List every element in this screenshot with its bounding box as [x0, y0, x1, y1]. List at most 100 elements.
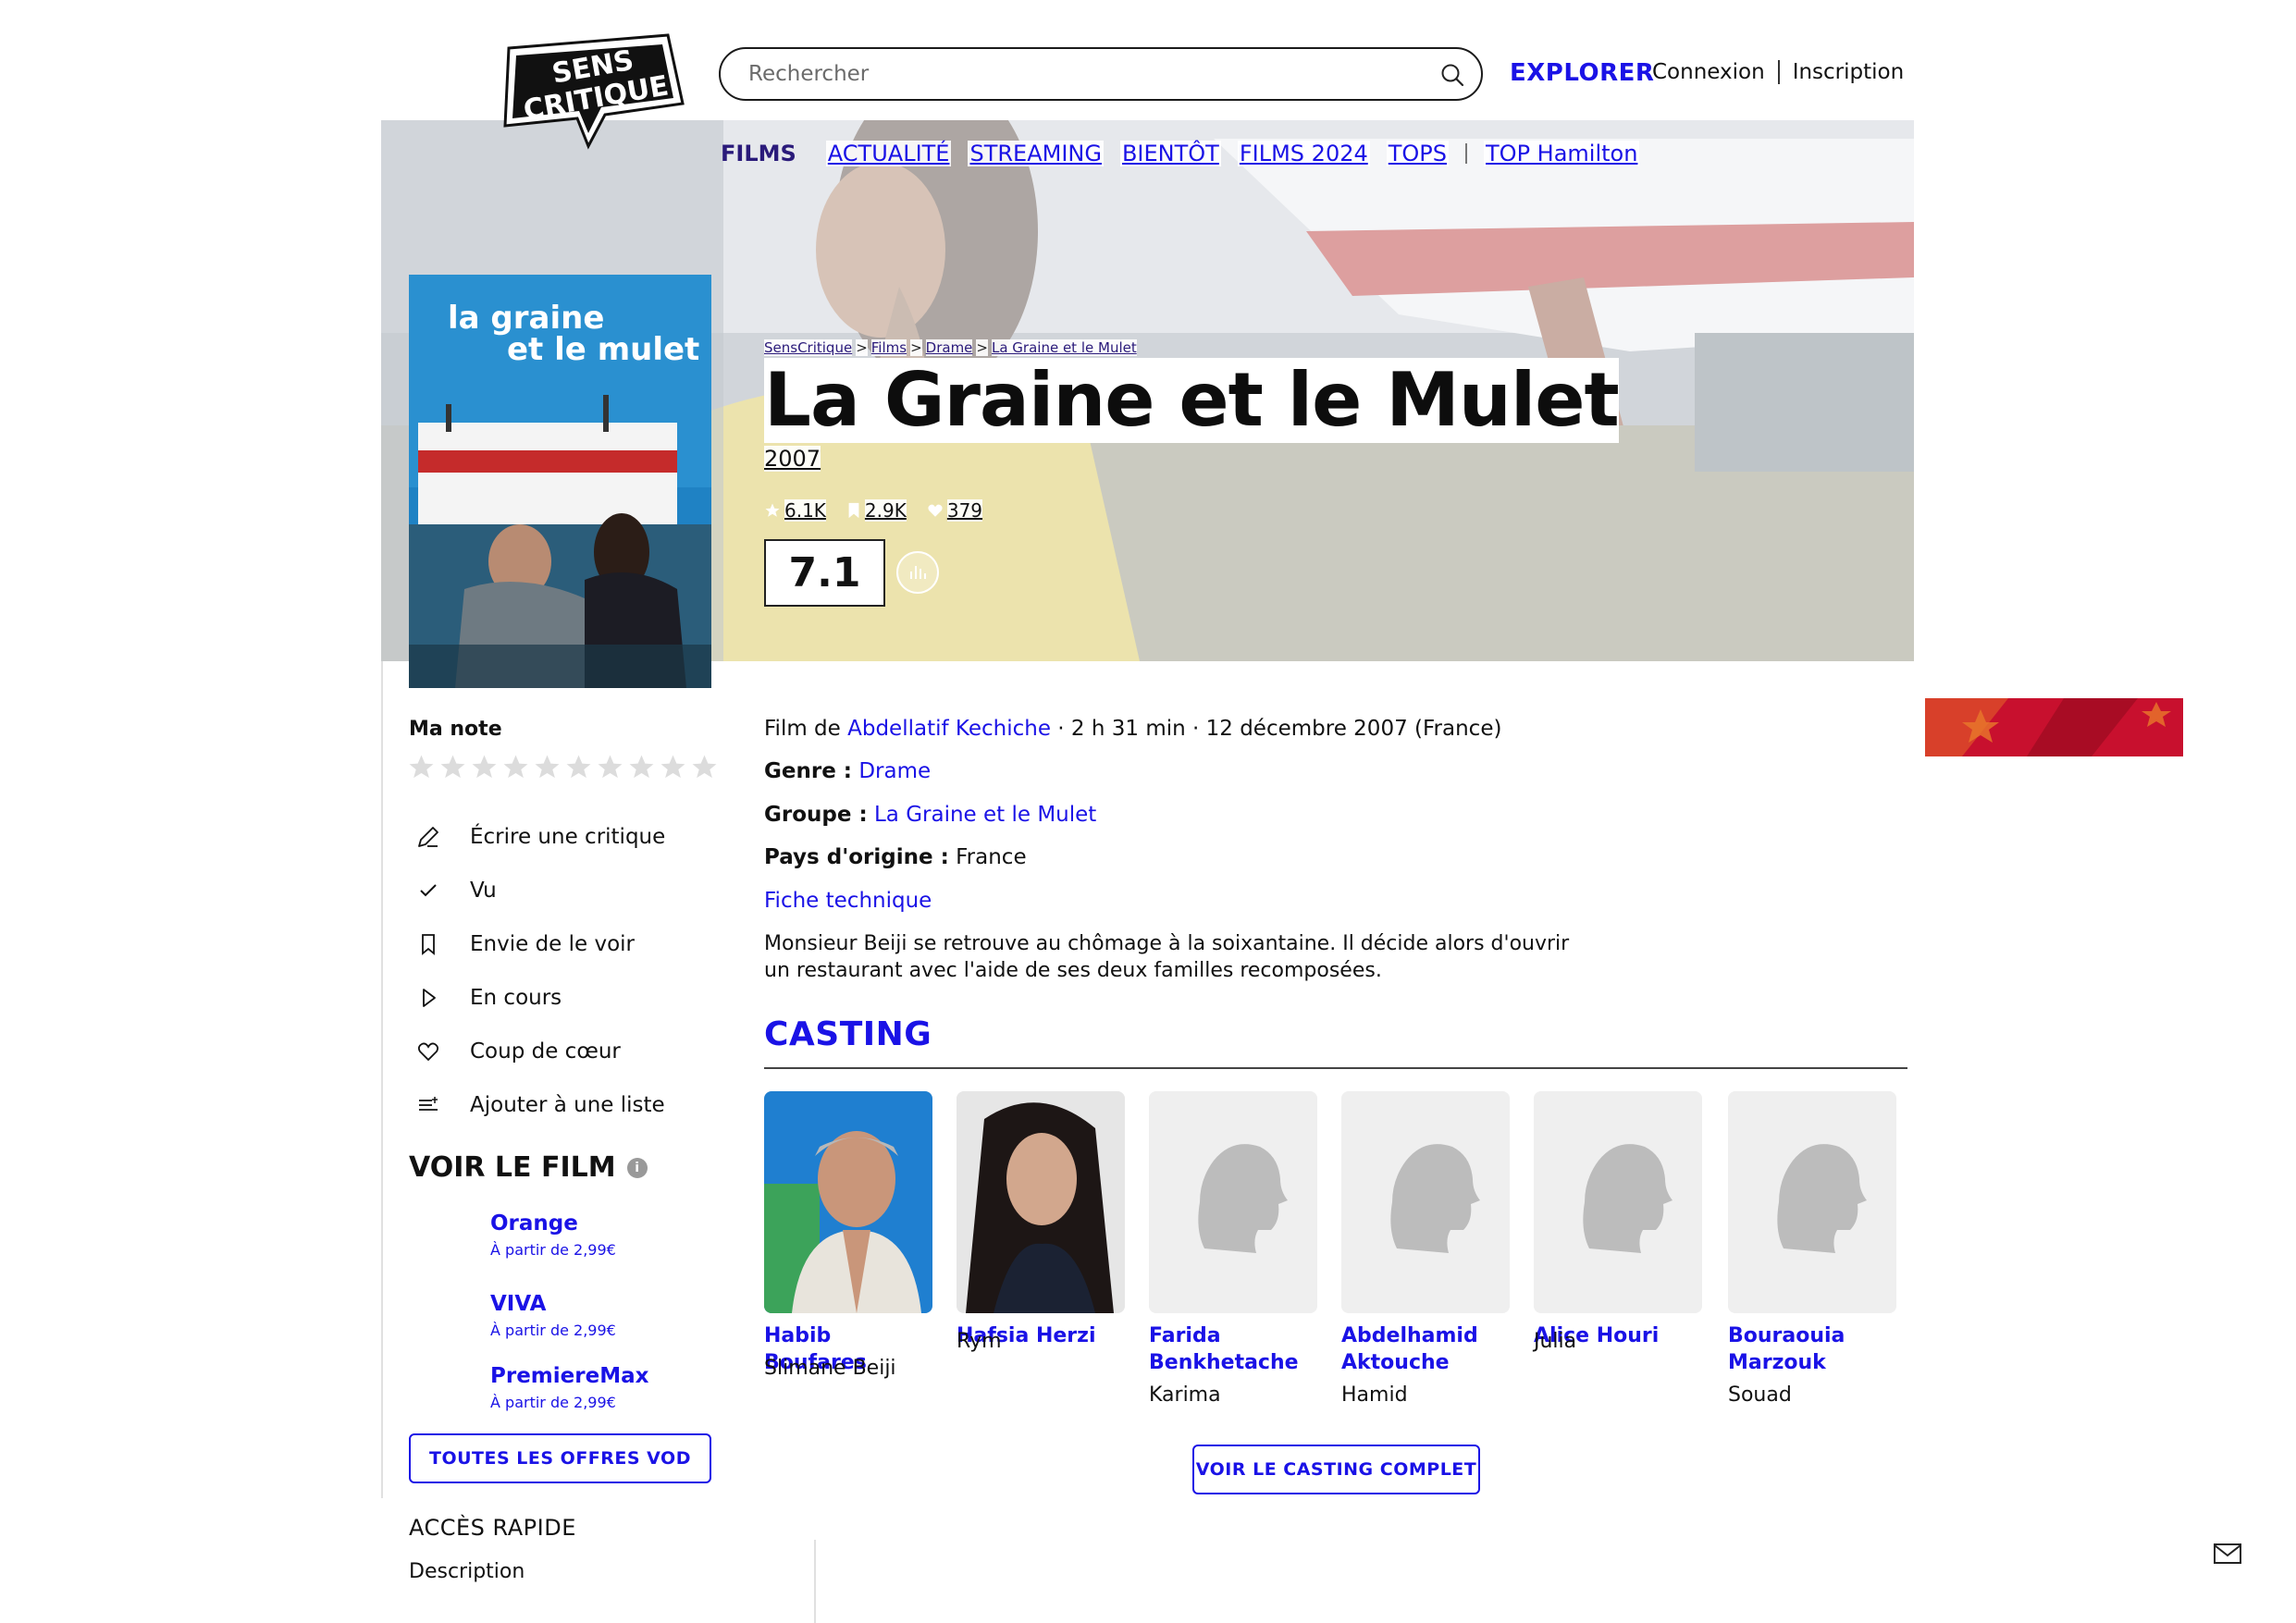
- seen-action[interactable]: Vu: [414, 864, 665, 917]
- cast-photo[interactable]: [764, 1091, 932, 1313]
- quick-access-description[interactable]: Description: [409, 1560, 525, 1583]
- all-vod-offers-button[interactable]: TOUTES LES OFFRES VOD: [409, 1433, 711, 1483]
- favorites-count: 379: [946, 499, 983, 522]
- subnav-top-hamilton[interactable]: TOP Hamilton: [1484, 141, 1640, 166]
- add-to-list-label: Ajouter à une liste: [470, 1093, 665, 1117]
- quick-access-divider: [814, 1540, 816, 1623]
- want-to-see-action[interactable]: Envie de le voir: [414, 917, 665, 971]
- full-cast-button[interactable]: VOIR LE CASTING COMPLET: [1192, 1445, 1480, 1494]
- subnav-bientot[interactable]: BIENTÔT: [1119, 141, 1221, 166]
- star-icon[interactable]: [501, 753, 530, 781]
- star-icon[interactable]: [596, 753, 624, 781]
- cast-photo[interactable]: [1728, 1091, 1896, 1313]
- country-value: France: [956, 845, 1027, 869]
- movie-poster[interactable]: la graine et le mulet: [409, 275, 711, 688]
- search-bar[interactable]: [719, 47, 1483, 101]
- auth-divider: [1777, 60, 1780, 84]
- heart-icon: [417, 1042, 439, 1062]
- login-link[interactable]: Connexion: [1652, 60, 1765, 84]
- group-row: Groupe : La Graine et le Mulet: [764, 803, 1096, 827]
- director-link[interactable]: Abdellatif Kechiche: [847, 717, 1051, 741]
- movie-stats: 6.1K 2.9K 379: [764, 499, 983, 522]
- casting-title: CASTING: [764, 1015, 932, 1053]
- cast-card[interactable]: Bouraouia Marzouk Souad: [1728, 1091, 1896, 1407]
- explorer-link[interactable]: EXPLORER: [1510, 59, 1654, 87]
- vod-price: À partir de 2,99€: [490, 1322, 616, 1339]
- star-icon[interactable]: [470, 753, 499, 781]
- mail-icon[interactable]: [2213, 1542, 2242, 1566]
- star-icon[interactable]: [407, 753, 436, 781]
- my-rating-label: Ma note: [409, 718, 502, 741]
- subnav-films-2024[interactable]: FILMS 2024: [1237, 141, 1370, 166]
- cast-card[interactable]: Hafsia Herzi Rym: [957, 1091, 1125, 1353]
- play-icon: [423, 989, 436, 1007]
- in-progress-action[interactable]: En cours: [414, 971, 665, 1025]
- star-icon[interactable]: [659, 753, 687, 781]
- cast-photo[interactable]: [1341, 1091, 1510, 1313]
- cast-card[interactable]: Alice Houri Julia: [1534, 1091, 1702, 1353]
- cast-card[interactable]: Abdelhamid Aktouche Hamid: [1341, 1091, 1510, 1407]
- breadcrumb-current[interactable]: La Graine et le Mulet: [991, 339, 1137, 356]
- sens-critique-logo[interactable]: SENS CRITIQUE: [492, 30, 688, 152]
- star-icon[interactable]: [564, 753, 593, 781]
- tech-sheet-link[interactable]: Fiche technique: [764, 889, 932, 913]
- vod-offer-orange[interactable]: Orange À partir de 2,99€: [490, 1211, 616, 1259]
- page-title: La Graine et le Mulet: [764, 357, 1620, 443]
- cast-card[interactable]: Farida Benkhetache Karima: [1149, 1091, 1317, 1407]
- rating-distribution-button[interactable]: [896, 551, 939, 594]
- breadcrumb-separator: >: [976, 339, 988, 356]
- list-add-icon: [419, 1097, 438, 1111]
- star-icon[interactable]: [627, 753, 656, 781]
- rating-stars[interactable]: [407, 753, 719, 781]
- casting-divider: [764, 1067, 1907, 1069]
- in-progress-label: En cours: [470, 986, 562, 1010]
- breadcrumb-separator: >: [856, 339, 868, 356]
- watch-title-text: VOIR LE FILM: [409, 1151, 616, 1184]
- actor-photo: [957, 1091, 1125, 1313]
- signup-link[interactable]: Inscription: [1793, 60, 1905, 84]
- vod-offer-premieremax[interactable]: PremiereMax À partir de 2,99€: [490, 1364, 648, 1411]
- favorite-action[interactable]: Coup de cœur: [414, 1025, 665, 1078]
- country-row: Pays d'origine : France: [764, 845, 1027, 869]
- subnav-actualite[interactable]: ACTUALITÉ: [825, 141, 952, 166]
- vod-offer-viva[interactable]: VIVA À partir de 2,99€: [490, 1292, 616, 1339]
- genre-link[interactable]: Drame: [858, 759, 931, 783]
- advertisement-banner[interactable]: [1925, 698, 2183, 756]
- breadcrumb-separator: >: [910, 339, 922, 356]
- auth-links: Connexion Inscription: [1652, 60, 1904, 84]
- star-icon[interactable]: [438, 753, 467, 781]
- vod-name: PremiereMax: [490, 1364, 649, 1388]
- movie-meta: Film de Abdellatif Kechiche · 2 h 31 min…: [764, 717, 1501, 741]
- add-to-list-action[interactable]: Ajouter à une liste: [414, 1078, 665, 1132]
- group-link[interactable]: La Graine et le Mulet: [874, 803, 1096, 827]
- watch-section-title: VOIR LE FILM i: [409, 1151, 648, 1184]
- wishlist-count: 2.9K: [864, 499, 907, 522]
- bookmark-icon: [422, 934, 435, 955]
- average-score[interactable]: 7.1: [764, 539, 885, 607]
- release-year[interactable]: 2007: [764, 446, 821, 472]
- search-icon[interactable]: [1438, 61, 1466, 89]
- user-actions: Écrire une critique Vu Envie de le voir …: [414, 810, 665, 1132]
- subnav-films[interactable]: FILMS: [719, 141, 798, 166]
- character-name: Souad: [1728, 1383, 1792, 1407]
- write-review-action[interactable]: Écrire une critique: [414, 810, 665, 864]
- quick-access-title: ACCÈS RAPIDE: [409, 1515, 576, 1541]
- actor-name[interactable]: Abdelhamid Aktouche: [1341, 1322, 1510, 1376]
- actor-name[interactable]: Bouraouia Marzouk: [1728, 1322, 1896, 1376]
- star-icon[interactable]: [690, 753, 719, 781]
- actor-name[interactable]: Farida Benkhetache: [1149, 1322, 1317, 1376]
- cast-photo[interactable]: [1534, 1091, 1702, 1313]
- silhouette-icon: [1149, 1091, 1317, 1313]
- cast-card[interactable]: Habib Boufares Slimane Beiji: [764, 1091, 932, 1380]
- breadcrumb-drame[interactable]: Drame: [925, 339, 973, 356]
- cast-photo[interactable]: [1149, 1091, 1317, 1313]
- subnav-tops[interactable]: TOPS: [1386, 141, 1450, 166]
- breadcrumb-senscritique[interactable]: SensCritique: [764, 339, 853, 356]
- star-icon[interactable]: [533, 753, 562, 781]
- search-input[interactable]: [748, 56, 1396, 92]
- cast-photo[interactable]: [957, 1091, 1125, 1313]
- subnav-streaming[interactable]: STREAMING: [968, 141, 1104, 166]
- info-icon[interactable]: i: [626, 1157, 648, 1178]
- breadcrumb-films[interactable]: Films: [870, 339, 907, 356]
- check-icon: [420, 884, 437, 897]
